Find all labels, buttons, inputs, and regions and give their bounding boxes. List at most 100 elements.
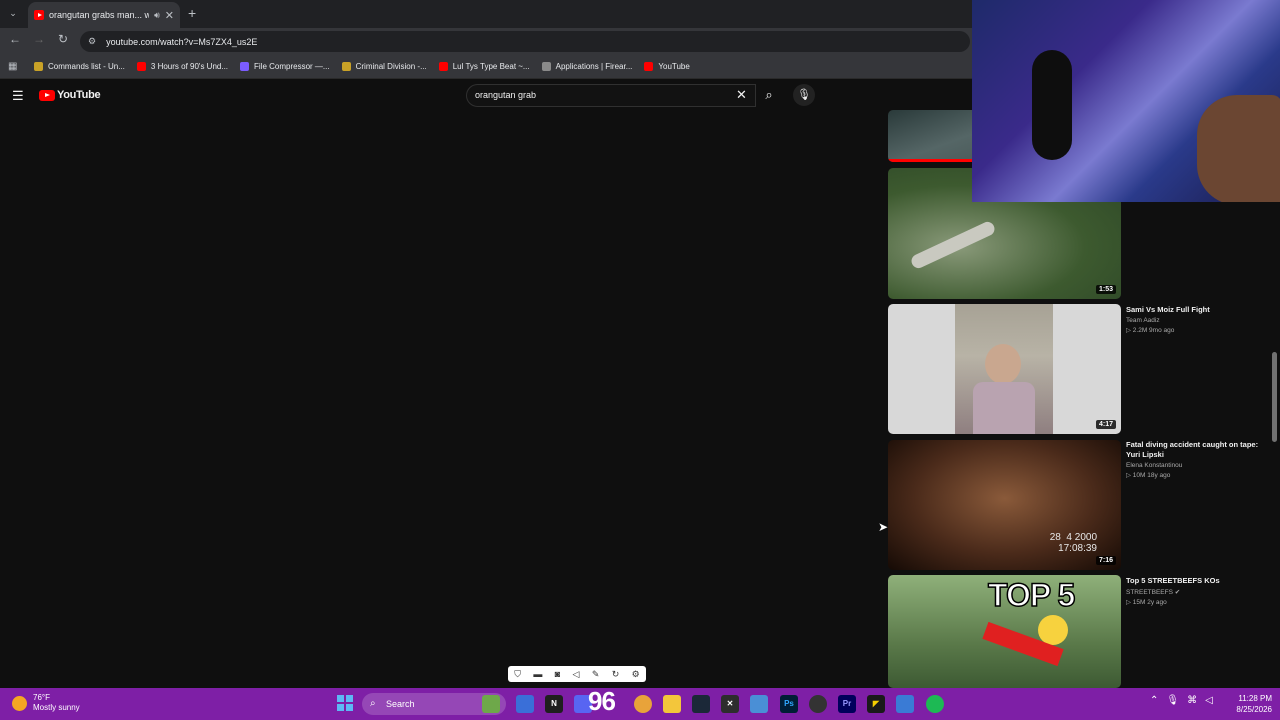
youtube-favicon-icon	[34, 10, 44, 20]
thumbnail-face	[985, 344, 1021, 384]
temperature: 76°F	[33, 693, 50, 702]
reload-icon[interactable]: ↻	[55, 32, 71, 46]
overlay-control-bar: ⛉ ▬ ◙ ◁ ✎ ↻ ⚙	[508, 666, 646, 682]
video-stats: ▷ 2.2M 9mo ago	[1126, 327, 1175, 334]
video-stats: ▷ 15M 2y ago	[1126, 599, 1167, 606]
hamburger-icon[interactable]: ☰	[12, 88, 24, 104]
video-title[interactable]: Top 5 STREETBEEFS KOs	[1126, 576, 1266, 586]
bookmark-item[interactable]: Commands list - Un...	[34, 62, 125, 71]
cursor-icon: ➤	[878, 520, 889, 534]
tab-title: orangutan grabs man... whe	[49, 10, 150, 20]
video-meta[interactable]: Sami Vs Moiz Full Fight Team Aadiz ▷ 2.2…	[1126, 305, 1266, 334]
photoshop-icon[interactable]: Ps	[780, 695, 798, 713]
bookmark-item[interactable]: 3 Hours of 90's Und...	[136, 62, 228, 71]
bookmark-item[interactable]: Applications | Firear...	[541, 62, 632, 71]
clock-date: 8/25/2026	[1236, 705, 1272, 714]
video-meta[interactable]: Top 5 STREETBEEFS KOs STREETBEEFS ✔ ▷ 15…	[1126, 576, 1266, 606]
chevron-up-icon[interactable]: ⌃	[1150, 695, 1158, 706]
tab-list-icon[interactable]: ⌄	[6, 6, 20, 20]
forward-icon[interactable]: →	[31, 32, 47, 46]
bookmark-icon	[541, 62, 551, 71]
video-title[interactable]: Sami Vs Moiz Full Fight	[1126, 305, 1266, 315]
browser-tab[interactable]: orangutan grabs man... whe 🔊︎ ✕	[28, 2, 180, 28]
video-thumbnail[interactable]: 28 4 2000 17:08:39 7:16	[888, 440, 1121, 570]
site-info-icon[interactable]: ⚙	[88, 36, 96, 47]
bookmark-item[interactable]: File Compressor —...	[240, 62, 330, 71]
network-icon[interactable]: ⌘	[1187, 695, 1197, 706]
clear-icon[interactable]: ✕	[736, 87, 747, 103]
thumbnail-top5-text: TOP 5	[987, 576, 1076, 614]
bookmark-item[interactable]: Criminal Division -...	[341, 62, 427, 71]
video-duration: 7:16	[1095, 556, 1116, 565]
chrome-icon[interactable]	[634, 695, 652, 713]
bookmark-icon	[438, 62, 448, 71]
microphone-icon	[1032, 50, 1072, 160]
video-title[interactable]: Fatal diving accident caught on tape: Yu…	[1126, 440, 1266, 460]
youtube-logo[interactable]: YouTube	[39, 89, 101, 101]
thumbnail-photo	[955, 304, 1053, 434]
channel-name[interactable]: Team Aadiz	[1126, 317, 1266, 324]
file-explorer-icon[interactable]	[663, 695, 681, 713]
bookmark-icon	[644, 62, 654, 71]
search-icon: ⌕	[370, 698, 376, 709]
bookmark-item[interactable]: Lul Tys Type Beat ~...	[438, 62, 530, 71]
video-meta[interactable]: Fatal diving accident caught on tape: Yu…	[1126, 440, 1266, 479]
camera-icon[interactable]: ◙	[555, 669, 560, 679]
clock-time: 11:28 PM	[1238, 694, 1272, 703]
capcut-icon[interactable]: ✕	[721, 695, 739, 713]
premiere-icon[interactable]: Pr	[838, 695, 856, 713]
notion-icon[interactable]: N	[545, 695, 563, 713]
volume-tray-icon[interactable]: ◁	[1205, 695, 1213, 706]
refresh-icon[interactable]: ↻	[612, 669, 620, 680]
weather-widget[interactable]: 76°F Mostly sunny	[12, 693, 80, 713]
steam-icon[interactable]	[692, 695, 710, 713]
spotify-icon[interactable]	[926, 695, 944, 713]
windows-start-icon[interactable]	[337, 695, 353, 711]
address-bar[interactable]: ⚙ youtube.com/watch?v=Ms7ZX4_us2E	[80, 31, 970, 52]
bookmark-icon	[34, 62, 43, 71]
widget-icon[interactable]	[482, 695, 500, 713]
volume-icon[interactable]: ◁	[573, 669, 580, 680]
emoji-face-icon	[1038, 615, 1068, 645]
bookmark-icon	[240, 62, 250, 71]
shield-icon[interactable]: ⛉	[514, 669, 521, 680]
bookmark-icon	[341, 62, 351, 71]
obs-icon[interactable]	[809, 695, 827, 713]
url-text: youtube.com/watch?v=Ms7ZX4_us2E	[106, 36, 258, 47]
copilot-icon[interactable]	[516, 695, 534, 713]
search-input[interactable]: orangutan grab	[466, 84, 756, 107]
system-tray: ⌃ 🎙︎ ⌘ ◁	[1150, 695, 1213, 706]
settings-icon[interactable]: ⚙	[632, 669, 640, 680]
bookmark-item[interactable]: YouTube	[644, 62, 690, 71]
notification-count-badge: 96	[588, 686, 616, 716]
thumbnail-timestamp-overlay: 28 4 2000 17:08:39	[1049, 532, 1097, 554]
video-stats: ▷ 10M 18y ago	[1126, 472, 1171, 479]
clapperboard-icon[interactable]: ▬	[533, 669, 542, 679]
video-thumbnail[interactable]: 4:17	[888, 304, 1121, 434]
close-tab-icon[interactable]: ✕	[165, 9, 174, 22]
mic-tray-icon[interactable]: 🎙︎	[1166, 695, 1179, 706]
new-tab-icon[interactable]: +	[188, 5, 196, 21]
video-duration: 1:53	[1095, 285, 1116, 294]
notepad-icon[interactable]	[896, 695, 914, 713]
streamer-face	[1197, 95, 1280, 202]
channel-name[interactable]: STREETBEEFS ✔	[1126, 588, 1266, 596]
thumbnail-object	[909, 219, 997, 271]
video-duration: 4:17	[1095, 420, 1116, 429]
back-icon[interactable]: ←	[7, 32, 23, 46]
thumbnail-body	[973, 382, 1035, 434]
pin-icon[interactable]: ✎	[592, 669, 600, 680]
webcam-overlay	[972, 0, 1280, 202]
video-thumbnail[interactable]: TOP 5	[888, 575, 1121, 688]
sun-icon	[12, 695, 27, 711]
mic-icon[interactable]: 🎙︎	[793, 84, 815, 106]
clock[interactable]: 11:28 PM 8/25/2026	[1224, 693, 1272, 715]
speaker-icon[interactable]: 🔊︎	[154, 10, 160, 21]
bookmark-icon	[136, 62, 146, 71]
apps-icon[interactable]: ▦	[8, 61, 20, 72]
channel-name[interactable]: Elena Konstantinou	[1126, 462, 1266, 469]
photos-icon[interactable]	[750, 695, 768, 713]
search-icon[interactable]: ⌕	[757, 84, 781, 107]
app-icon[interactable]: ◤	[867, 695, 885, 713]
scrollbar[interactable]	[1272, 352, 1277, 442]
